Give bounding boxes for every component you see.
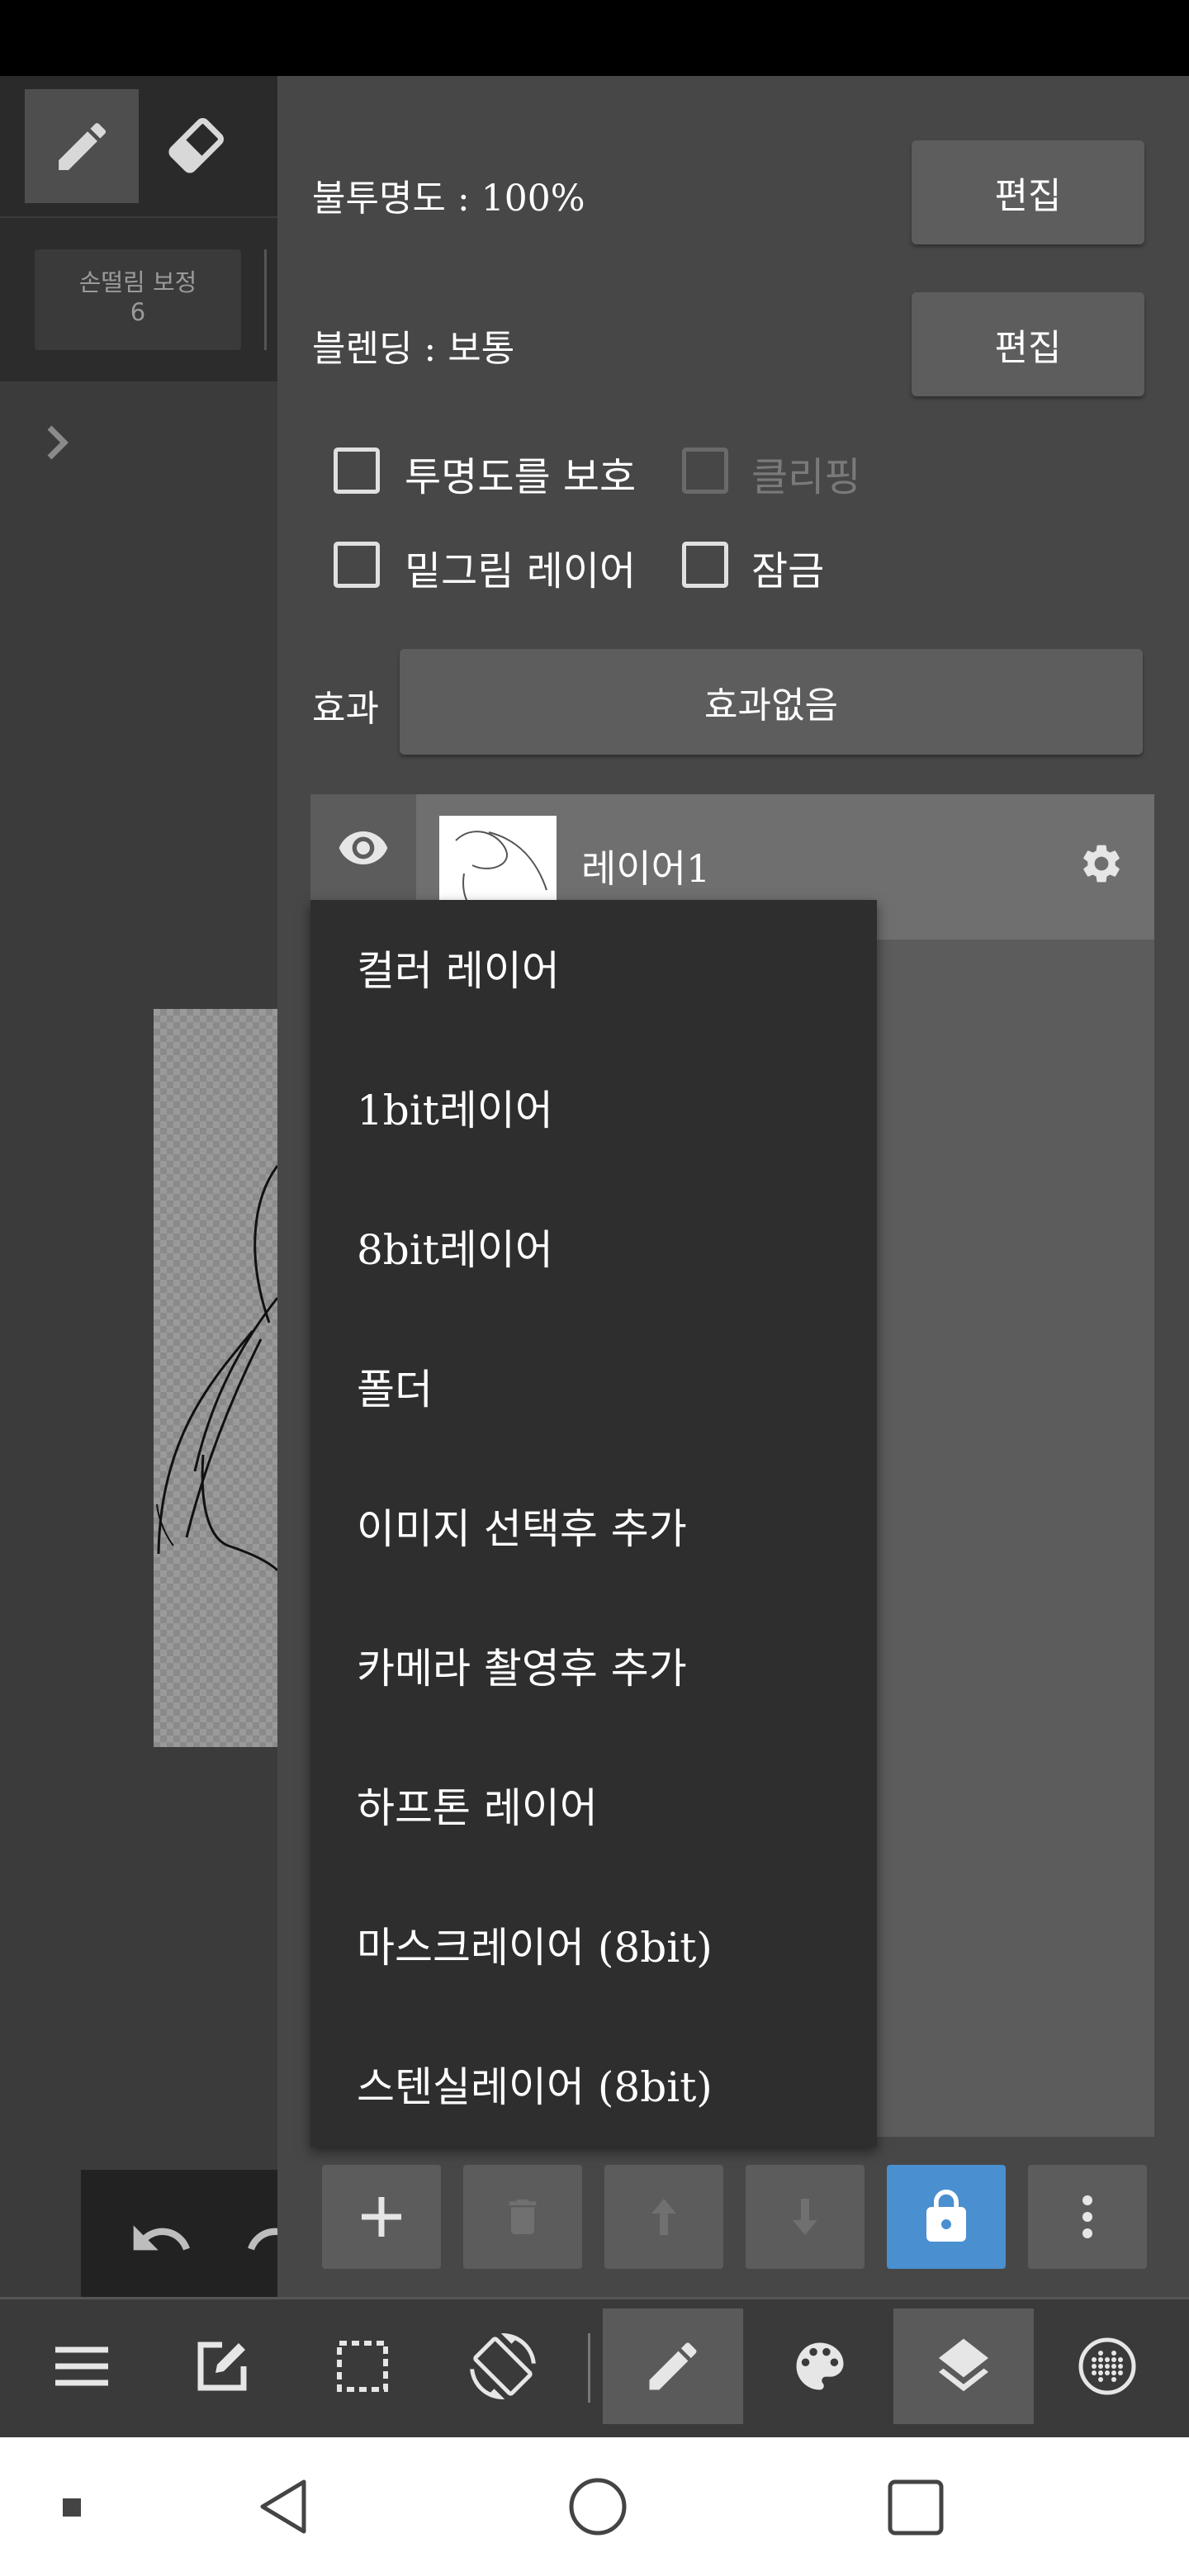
overview-square-icon xyxy=(888,2479,944,2536)
home-button[interactable] xyxy=(568,2477,628,2536)
lock-label: 잠금 xyxy=(751,548,825,594)
pencil-icon xyxy=(649,2342,697,2390)
menu-item-1bit-layer[interactable]: 1bit레이어 xyxy=(357,1077,553,1137)
eye-icon xyxy=(339,831,388,864)
undo-icon xyxy=(133,2225,190,2251)
edit-icon xyxy=(197,2342,247,2391)
lock-checkbox[interactable] xyxy=(682,542,728,588)
more-options-button[interactable] xyxy=(1028,2165,1147,2269)
effect-button[interactable]: 효과없음 xyxy=(400,649,1143,755)
status-bar xyxy=(0,0,1189,76)
opacity-edit-button[interactable]: 편집 xyxy=(912,140,1144,244)
arrow-down-icon xyxy=(793,2199,817,2235)
trash-icon xyxy=(509,2200,537,2234)
screen-rotation-icon xyxy=(470,2333,536,2399)
overview-button[interactable] xyxy=(887,2479,945,2536)
stabilizer-button[interactable]: 손떨림 보정 6 xyxy=(35,249,241,350)
lock-icon xyxy=(926,2190,966,2242)
move-layer-up-button xyxy=(604,2165,723,2269)
menu-item-add-image[interactable]: 이미지 선택후 추가 xyxy=(357,1496,687,1556)
add-layer-menu: 컬러 레이어 1bit레이어 8bit레이어 폴더 이미지 선택후 추가 카메라… xyxy=(310,900,877,2147)
menu-item-add-camera[interactable]: 카메라 촬영후 추가 xyxy=(357,1636,687,1695)
line-art-drawing xyxy=(156,1165,277,1572)
menu-item-stencil-layer[interactable]: 스텐실레이어 (8bit) xyxy=(357,2054,713,2114)
material-button[interactable] xyxy=(1037,2308,1177,2424)
add-layer-button[interactable] xyxy=(322,2165,441,2269)
brush-button[interactable] xyxy=(603,2308,743,2424)
menu-item-mask-layer[interactable]: 마스크레이어 (8bit) xyxy=(357,1915,713,1974)
arrow-up-icon xyxy=(651,2199,676,2235)
color-button[interactable] xyxy=(750,2308,890,2424)
home-circle-icon xyxy=(569,2478,627,2536)
draft-layer-label: 밑그림 레이어 xyxy=(405,548,637,594)
layers-icon xyxy=(939,2338,988,2392)
menu-item-8bit-layer[interactable]: 8bit레이어 xyxy=(357,1217,553,1276)
selection-button[interactable] xyxy=(292,2308,433,2424)
eraser-tool-button[interactable] xyxy=(139,89,253,203)
eraser-icon xyxy=(168,118,224,173)
protect-alpha-label: 투명도를 보호 xyxy=(405,454,637,500)
gear-icon[interactable] xyxy=(1078,841,1125,887)
more-vert-icon xyxy=(1082,2195,1092,2238)
palette-icon xyxy=(796,2342,844,2390)
redo-button[interactable] xyxy=(239,2206,279,2272)
layers-button[interactable] xyxy=(893,2308,1034,2424)
stabilizer-value: 6 xyxy=(130,298,146,326)
effect-label: 효과 xyxy=(312,688,379,730)
menu-item-halftone-layer[interactable]: 하프톤 레이어 xyxy=(357,1775,598,1835)
menu-button[interactable] xyxy=(12,2308,152,2424)
divider xyxy=(264,249,267,350)
back-button[interactable] xyxy=(253,2475,315,2538)
lock-layer-button[interactable] xyxy=(887,2165,1006,2269)
hamburger-menu-icon xyxy=(55,2346,108,2386)
layer-name: 레이어1 xyxy=(581,846,711,891)
selection-icon xyxy=(337,2341,388,2392)
opacity-label: 불투명도 : 100% xyxy=(312,178,585,220)
recent-dot-icon xyxy=(63,2498,81,2517)
plus-icon xyxy=(362,2197,401,2237)
move-layer-down-button xyxy=(746,2165,865,2269)
edit-button[interactable] xyxy=(152,2308,292,2424)
canvas-document[interactable] xyxy=(154,1009,277,1747)
redo-icon xyxy=(248,2228,279,2251)
pen-tool-button[interactable] xyxy=(25,89,139,203)
clipping-label: 클리핑 xyxy=(751,454,861,500)
pencil-icon xyxy=(59,123,107,171)
delete-layer-button xyxy=(463,2165,582,2269)
protect-alpha-checkbox[interactable] xyxy=(334,447,380,494)
menu-item-color-layer[interactable]: 컬러 레이어 xyxy=(357,938,560,997)
rotate-canvas-button[interactable] xyxy=(433,2308,573,2424)
back-triangle-icon xyxy=(260,2479,306,2534)
chevron-right-icon[interactable] xyxy=(36,421,79,464)
blend-edit-button[interactable]: 편집 xyxy=(912,292,1144,396)
toolbar-divider xyxy=(588,2333,590,2403)
draft-layer-checkbox[interactable] xyxy=(334,542,380,588)
undo-button[interactable] xyxy=(124,2206,198,2272)
material-grid-icon xyxy=(1078,2337,1136,2395)
blend-label: 블렌딩 : 보통 xyxy=(312,328,515,370)
clipping-checkbox xyxy=(682,447,728,494)
menu-item-folder[interactable]: 폴더 xyxy=(357,1357,433,1416)
stabilizer-label: 손떨림 보정 xyxy=(78,268,197,296)
